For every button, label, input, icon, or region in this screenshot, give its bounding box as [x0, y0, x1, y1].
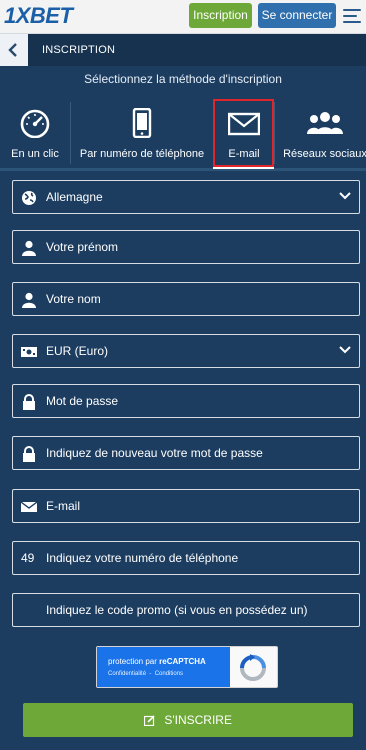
first-name-placeholder: Votre prénom	[46, 240, 119, 254]
tab-label: Par numéro de téléphone	[79, 148, 205, 160]
promo-placeholder: Indiquez le code promo (si vous en possé…	[46, 603, 308, 617]
page-header: INSCRIPTION	[0, 34, 366, 66]
user-icon	[22, 240, 36, 256]
envelope-icon	[21, 501, 37, 512]
logo[interactable]: 1XBET	[4, 4, 73, 28]
password-placeholder: Mot de passe	[46, 394, 119, 408]
register-label: S'INSCRIRE	[164, 713, 232, 727]
tabs-divider	[0, 168, 366, 171]
back-button[interactable]	[0, 34, 28, 66]
lock-icon	[23, 446, 35, 462]
phone-prefix: 49	[21, 551, 35, 565]
recaptcha-links: Confidentialité - Conditions	[108, 671, 184, 677]
recaptcha-privacy-link[interactable]: Confidentialité	[108, 671, 146, 677]
registration-method-tabs: En un clic Par numéro de téléphone E-mai…	[0, 100, 366, 168]
globe-icon	[22, 191, 36, 205]
edit-icon	[144, 715, 155, 727]
chevron-down-icon	[339, 346, 351, 354]
tab-phone[interactable]: Par numéro de téléphone	[71, 100, 213, 168]
recaptcha-logo-icon	[240, 654, 266, 681]
tab-label: En un clic	[11, 148, 59, 160]
speedometer-icon	[20, 109, 50, 138]
login-button[interactable]: Se connecter	[258, 3, 336, 28]
promo-code-field[interactable]: Indiquez le code promo (si vous en possé…	[12, 593, 360, 627]
phone-field[interactable]: 49 Indiquez votre numéro de téléphone	[12, 541, 360, 575]
chevron-left-icon	[8, 43, 17, 57]
banknote-icon	[21, 347, 37, 357]
phone-placeholder: Indiquez votre numéro de téléphone	[46, 551, 239, 565]
register-button[interactable]: S'INSCRIRE	[23, 703, 353, 737]
currency-select[interactable]: EUR (Euro)	[12, 334, 360, 368]
chevron-down-icon	[339, 192, 351, 200]
country-select[interactable]: Allemagne	[12, 180, 360, 214]
smartphone-icon	[132, 108, 152, 138]
recaptcha-label-area: protection par reCAPTCHA Confidentialité…	[97, 647, 230, 687]
recaptcha-title: protection par reCAPTCHA	[108, 657, 206, 666]
tab-one-click[interactable]: En un clic	[0, 100, 70, 168]
user-icon	[22, 292, 36, 308]
top-header: 1XBET Inscription Se connecter	[0, 0, 366, 34]
email-field[interactable]: E-mail	[12, 489, 360, 523]
last-name-field[interactable]: Votre nom	[12, 282, 360, 316]
tab-label: Réseaux sociaux	[283, 148, 366, 160]
method-heading: Sélectionnez la méthode d'inscription	[84, 72, 282, 86]
last-name-placeholder: Votre nom	[46, 292, 101, 306]
recaptcha-terms-link[interactable]: Conditions	[155, 671, 183, 677]
password-field[interactable]: Mot de passe	[12, 384, 360, 418]
page-title: INSCRIPTION	[42, 44, 116, 56]
selected-tab-highlight	[213, 99, 274, 167]
recaptcha-title-prefix: protection par	[108, 657, 157, 666]
users-icon	[307, 112, 343, 134]
recaptcha-badge[interactable]: protection par reCAPTCHA Confidentialité…	[96, 646, 278, 688]
recaptcha-brand: reCAPTCHA	[159, 657, 206, 666]
password-repeat-field[interactable]: Indiquez de nouveau votre mot de passe	[12, 436, 360, 470]
email-placeholder: E-mail	[46, 499, 81, 513]
country-value: Allemagne	[46, 190, 103, 204]
lock-icon	[23, 394, 35, 410]
first-name-field[interactable]: Votre prénom	[12, 230, 360, 264]
password-repeat-placeholder: Indiquez de nouveau votre mot de passe	[46, 446, 263, 460]
tab-social[interactable]: Réseaux sociaux	[275, 100, 366, 168]
currency-value: EUR (Euro)	[46, 344, 109, 358]
hamburger-icon[interactable]	[343, 9, 361, 23]
inscription-button[interactable]: Inscription	[189, 3, 252, 28]
